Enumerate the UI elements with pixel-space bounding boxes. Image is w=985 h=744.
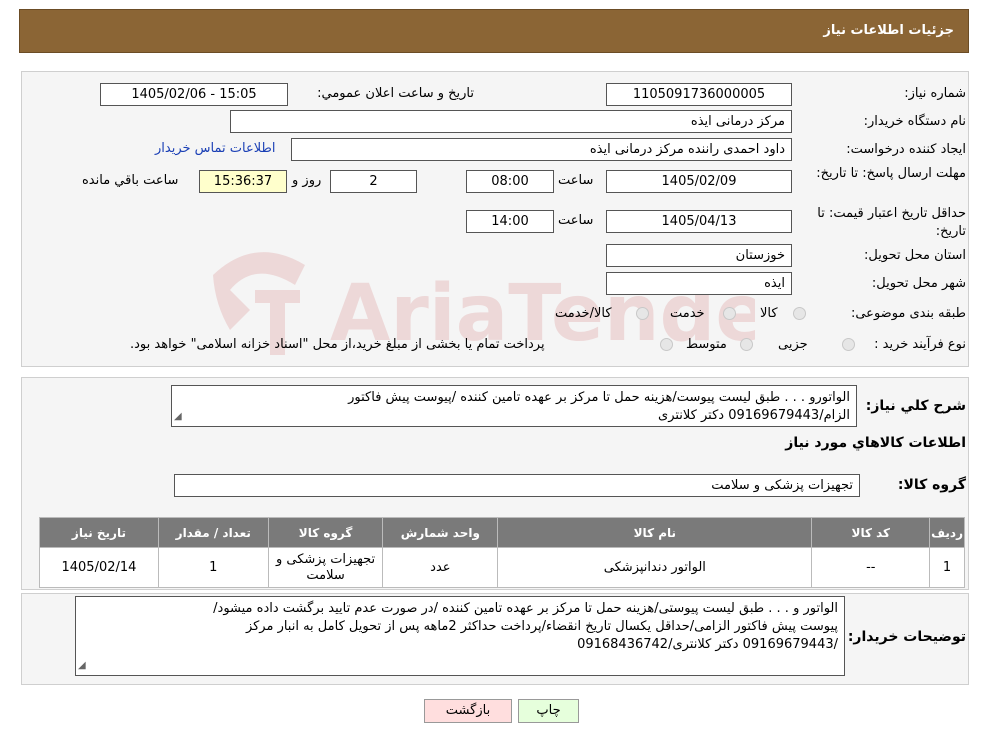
process-note: پرداخت تمام یا بخشی از مبلغ خرید،از محل … (130, 337, 545, 352)
resize-grip-icon[interactable]: ◢ (78, 657, 86, 675)
goods-group-label: گروه کالا: (897, 477, 966, 493)
remaining-time-field: 15:36:37 (199, 170, 287, 193)
creator-field: داود احمدی راننده مرکز درمانی ایذه (291, 138, 792, 161)
cell-qty: 1 (157, 547, 269, 588)
buyer-org-field: مرکز درمانی ایذه (230, 110, 792, 133)
buyer-notes-line-3: /09169679443 دکتر کلانتری/09168436742 (577, 637, 838, 652)
remaining-label: ساعت باقي مانده (82, 173, 179, 188)
validity-date-field: 1405/04/13 (606, 210, 792, 233)
city-field: ایذه (606, 272, 792, 295)
buyer-notes-label: توضیحات خریدار: (847, 629, 966, 645)
deadline-date-field: 1405/02/09 (606, 170, 792, 193)
col-name: نام کالا (497, 517, 813, 548)
days-label: روز و (292, 173, 322, 188)
goods-section-title: اطلاعات کالاهاي مورد نياز (785, 435, 966, 451)
col-qty: تعداد / مقدار (157, 517, 269, 548)
category-option-goods: کالا (760, 306, 778, 321)
col-date: تاريخ نياز (39, 517, 159, 548)
table-row: 1 -- الواتور دندانپزشکی عدد تجهیزات پزشک… (39, 547, 965, 588)
validity-label: حداقل تاریخ اعتبار قیمت: تا تاریخ: (817, 206, 966, 239)
cell-name: الواتور دندانپزشکی (497, 547, 813, 588)
category-option-goods-service: کالا/خدمت (555, 306, 612, 321)
back-button[interactable]: بازگشت (424, 699, 512, 723)
deadline-label: مهلت ارسال پاسخ: تا تاریخ: (816, 166, 966, 181)
province-field: خوزستان (606, 244, 792, 267)
col-code: کد کالا (811, 517, 931, 548)
validity-time-label: ساعت (558, 213, 594, 228)
page-header: جزئیات اطلاعات نیاز (19, 9, 969, 53)
need-number-field: 1105091736000005 (606, 83, 792, 106)
page-title: جزئیات اطلاعات نیاز (823, 23, 954, 38)
category-radio-service[interactable] (723, 307, 736, 320)
buyer-org-label: نام دستگاه خریدار: (863, 114, 966, 129)
announce-field: 1405/02/06 - 15:05 (100, 83, 288, 106)
cell-code: -- (811, 547, 931, 588)
need-number-label: شماره نیاز: (904, 86, 966, 101)
creator-label: ایجاد کننده درخواست: (846, 142, 966, 157)
col-unit: واحد شمارش (382, 517, 499, 548)
process-radio-minor[interactable] (842, 338, 855, 351)
print-button[interactable]: چاپ (518, 699, 579, 723)
description-line-2: الزام/09169679443 دکتر کلانتری (658, 408, 850, 423)
process-radio-medium[interactable] (740, 338, 753, 351)
category-radio-goods[interactable] (793, 307, 806, 320)
process-radio-treasury[interactable] (660, 338, 673, 351)
buyer-notes-line-2: پیوست پیش فاکتور الزامی/حداقل یکسال تاری… (245, 619, 838, 634)
validity-time-field: 14:00 (466, 210, 554, 233)
buyer-notes-textarea[interactable]: الواتور و . . . طبق لیست پیوستی/هزینه حم… (75, 596, 845, 676)
table-header-row: رديف کد کالا نام کالا واحد شمارش گروه کا… (39, 517, 965, 548)
days-field: 2 (330, 170, 417, 193)
cell-group: تجهیزات پزشکی و سلامت (267, 547, 384, 588)
process-label: نوع فرآیند خرید : (874, 337, 966, 352)
category-radio-goods-service[interactable] (636, 307, 649, 320)
announce-label: تاريخ و ساعت اعلان عمومي: (317, 86, 474, 101)
contact-buyer-link[interactable]: اطلاعات تماس خریدار (155, 141, 275, 156)
buyer-notes-line-1: الواتور و . . . طبق لیست پیوستی/هزینه حم… (213, 601, 838, 616)
goods-group-field: تجهیزات پزشکی و سلامت (174, 474, 860, 497)
cell-unit: عدد (382, 547, 499, 588)
description-line-1: الواتورو . . . طبق لیست پیوست/هزینه حمل … (348, 390, 850, 405)
deadline-time-field: 08:00 (466, 170, 554, 193)
province-label: استان محل تحویل: (864, 248, 966, 263)
col-group: گروه کالا (267, 517, 384, 548)
cell-row: 1 (929, 547, 965, 588)
process-option-minor: جزیی (778, 337, 808, 352)
cell-date: 1405/02/14 (39, 547, 159, 588)
items-table: رديف کد کالا نام کالا واحد شمارش گروه کا… (39, 517, 965, 588)
description-textarea[interactable]: الواتورو . . . طبق لیست پیوست/هزینه حمل … (171, 385, 857, 427)
city-label: شهر محل تحویل: (871, 276, 966, 291)
col-row: رديف (929, 517, 965, 548)
category-label: طبقه بندی موضوعی: (850, 306, 966, 321)
deadline-time-label: ساعت (558, 173, 594, 188)
resize-grip-icon[interactable]: ◢ (174, 408, 182, 426)
category-option-service: خدمت (670, 306, 705, 321)
process-option-medium: متوسط (686, 337, 727, 352)
description-label: شرح کلي نياز: (865, 398, 966, 414)
